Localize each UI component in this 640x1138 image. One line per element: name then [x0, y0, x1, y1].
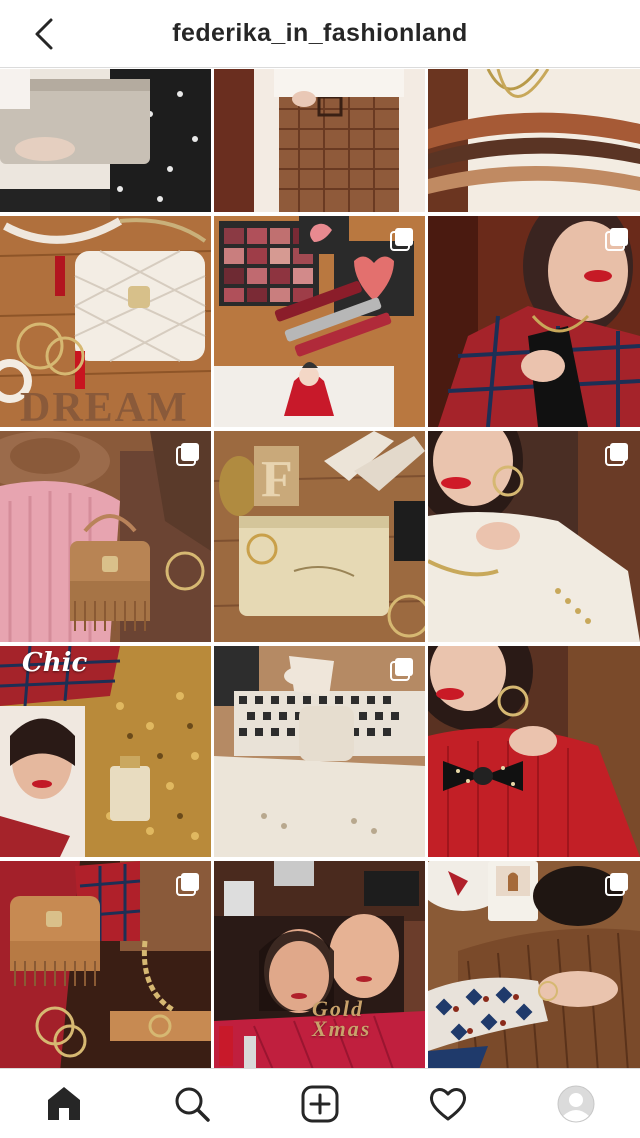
post-tile-1[interactable] [0, 69, 211, 212]
heart-icon [429, 1087, 467, 1120]
post-tile-10[interactable]: Chic [0, 646, 211, 857]
avatar-icon [557, 1085, 595, 1122]
header-bar: federika_in_fashionland [0, 0, 640, 68]
home-icon [48, 1086, 80, 1120]
post-tile-2[interactable] [214, 69, 425, 212]
post-quilted-bag-flatlay-image: DREAM [0, 216, 211, 427]
svg-text:DREAM: DREAM [20, 385, 189, 427]
multiple-posts-icon [390, 228, 413, 251]
post-grid: DREAM F Chic Gold Xmas [0, 69, 640, 1072]
post-pouch-polka-image [0, 69, 211, 212]
post-gingham-skirt-image [214, 69, 425, 212]
multiple-posts-icon [605, 443, 628, 466]
nav-profile[interactable] [546, 1074, 606, 1134]
post-tile-12[interactable] [428, 646, 640, 857]
multiple-posts-icon [605, 873, 628, 896]
post-caption-chic: Chic [22, 648, 88, 678]
bottom-navigation [0, 1068, 640, 1138]
plus-square-icon [301, 1085, 339, 1122]
chevron-left-icon [35, 18, 53, 50]
nav-home[interactable] [34, 1074, 94, 1134]
post-tile-11[interactable] [214, 646, 425, 857]
post-tile-15[interactable] [428, 861, 640, 1072]
post-tile-7[interactable] [0, 431, 211, 642]
search-icon [175, 1087, 210, 1122]
post-gold-pouch-image: F [214, 431, 425, 642]
multiple-posts-icon [176, 443, 199, 466]
post-striped-sweater-image [428, 69, 640, 212]
post-caption-gold-xmas: Gold Xmas [312, 996, 372, 1041]
post-red-sweater-bow-image [428, 646, 640, 857]
post-tile-5[interactable] [214, 216, 425, 427]
svg-text:F: F [261, 451, 293, 508]
multiple-posts-icon [390, 658, 413, 681]
post-tile-14[interactable]: Gold Xmas [214, 861, 425, 1072]
multiple-posts-icon [605, 228, 628, 251]
post-tile-6[interactable] [428, 216, 640, 427]
post-tile-8[interactable]: F [214, 431, 425, 642]
profile-username: federika_in_fashionland [172, 19, 468, 47]
nav-activity[interactable] [418, 1074, 478, 1134]
post-tile-13[interactable] [0, 861, 211, 1072]
post-tile-9[interactable] [428, 431, 640, 642]
post-tile-3[interactable] [428, 69, 640, 212]
multiple-posts-icon [176, 873, 199, 896]
nav-create[interactable] [290, 1074, 350, 1134]
nav-search[interactable] [162, 1074, 222, 1134]
post-tile-4[interactable]: DREAM [0, 216, 211, 427]
back-button[interactable] [22, 14, 66, 54]
